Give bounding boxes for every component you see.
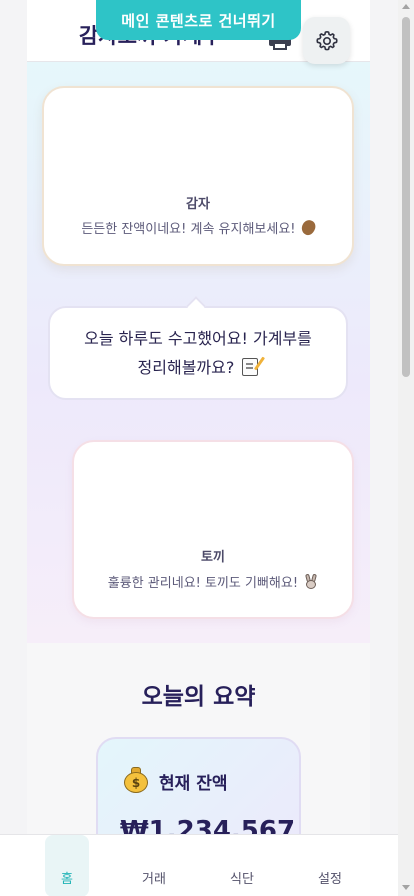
balance-label: 현재 잔액: [159, 774, 228, 794]
nav-item-diet[interactable]: 식단: [220, 835, 264, 896]
memo-icon: [242, 358, 259, 376]
speech-bubble-line-2-row: 정리해볼까요?: [50, 353, 346, 382]
scrollbar-thumb[interactable]: [402, 17, 410, 377]
potato-name: 감자: [186, 197, 210, 212]
speech-bubble-line-2: 정리해볼까요?: [137, 358, 235, 377]
hero-section: 감자 든든한 잔액이네요! 계속 유지해보세요! 오늘 하루도 수고했어요! 가…: [27, 62, 370, 643]
money-bag-icon: $: [124, 767, 148, 793]
rabbit-icon: [304, 573, 318, 589]
bottom-nav: 홈 거래 식단 설정: [0, 834, 398, 896]
gear-icon: [315, 30, 338, 50]
skip-to-content-link[interactable]: 메인 콘텐츠로 건너뛰기: [96, 0, 301, 40]
rabbit-message: 훌륭한 관리네요! 토끼도 기뻐해요!: [107, 576, 299, 591]
potato-icon: [298, 217, 318, 238]
potato-character-card: 감자 든든한 잔액이네요! 계속 유지해보세요!: [42, 86, 354, 266]
scroll-down-arrow-icon[interactable]: [402, 885, 410, 890]
settings-button[interactable]: [303, 17, 350, 64]
potato-message: 든든한 잔액이네요! 계속 유지해보세요!: [81, 222, 296, 237]
nav-item-home[interactable]: 홈: [45, 835, 89, 896]
scroll-up-arrow-icon[interactable]: [402, 4, 410, 9]
rabbit-name: 토끼: [201, 550, 225, 565]
rabbit-character-card: 토끼 훌륭한 관리네요! 토끼도 기뻐해요!: [72, 440, 354, 619]
speech-bubble: 오늘 하루도 수고했어요! 가계부를 정리해볼까요?: [48, 306, 348, 400]
nav-item-transactions[interactable]: 거래: [132, 835, 176, 896]
nav-item-settings[interactable]: 설정: [308, 835, 352, 896]
speech-bubble-line-1: 오늘 하루도 수고했어요! 가계부를: [84, 329, 312, 348]
rabbit-message-row: 훌륭한 관리네요! 토끼도 기뻐해요!: [74, 572, 352, 591]
potato-message-row: 든든한 잔액이네요! 계속 유지해보세요!: [44, 217, 352, 238]
page: 감자 든든한 잔액이네요! 계속 유지해보세요! 오늘 하루도 수고했어요! 가…: [27, 0, 370, 896]
summary-title: 오늘의 요약: [141, 684, 256, 710]
